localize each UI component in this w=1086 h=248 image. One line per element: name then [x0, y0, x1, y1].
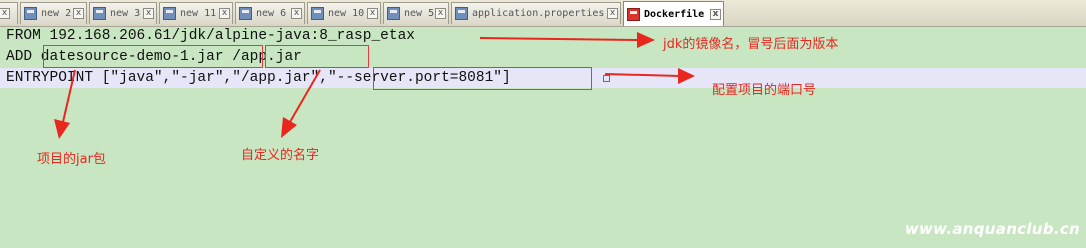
arrow-to-image-name [479, 37, 641, 41]
jar-package-annotation: 项目的jar包 [37, 152, 106, 167]
arrow-to-custom-name [289, 69, 321, 123]
arrowhead-port-note [678, 68, 695, 84]
watermark: www.anquanclub.cn [904, 220, 1080, 238]
port-annotation: 配置项目的端口号 [712, 83, 817, 98]
image-name-annotation: jdk的镜像名，冒号后面为版本 [663, 37, 839, 52]
arrowhead-image-name [637, 32, 655, 48]
annotation-arrows [54, 32, 695, 139]
arrowhead-custom-name [281, 117, 297, 138]
arrow-to-port-note [604, 73, 681, 77]
arrow-to-jar-package [62, 69, 76, 123]
arrowhead-jar-package [54, 119, 70, 139]
custom-name-annotation: 自定义的名字 [241, 148, 320, 163]
